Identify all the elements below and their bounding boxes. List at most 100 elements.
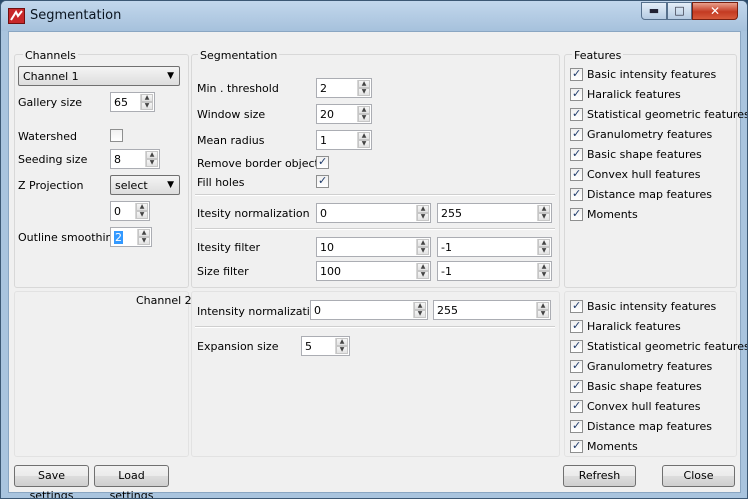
spin-up-icon[interactable]: ▲ <box>538 239 550 247</box>
separator <box>195 326 555 328</box>
spin-down-icon[interactable]: ▼ <box>417 213 429 221</box>
gallery-size-spinbox[interactable]: 65 ▲ ▼ <box>110 92 155 112</box>
check-icon: ✓ <box>572 107 582 120</box>
spin-up-icon[interactable]: ▲ <box>138 229 150 237</box>
spin-up-icon[interactable]: ▲ <box>538 263 550 271</box>
channel2-intensity-norm-max-spinbox[interactable]: 255 ▲ ▼ <box>433 300 551 320</box>
spin-down-icon[interactable]: ▼ <box>537 310 549 318</box>
channel2-feature-checkbox[interactable]: ✓ <box>570 359 583 373</box>
min-threshold-value: 2 <box>320 82 327 95</box>
spin-down-icon[interactable]: ▼ <box>538 247 550 255</box>
feature-label: Haralick features <box>587 88 681 101</box>
size-filter-max-spinbox[interactable]: -1 ▲ ▼ <box>437 261 552 281</box>
channel2-left-panel <box>14 291 189 457</box>
seeding-size-spinbox[interactable]: 8 ▲ ▼ <box>110 149 160 169</box>
spin-down-icon[interactable]: ▼ <box>336 346 348 354</box>
min-threshold-spinbox[interactable]: 2 ▲ ▼ <box>316 78 372 98</box>
spin-up-icon[interactable]: ▲ <box>417 205 429 213</box>
channel2-intensity-norm-min-spinbox[interactable]: 0 ▲ ▼ <box>310 300 428 320</box>
fill-holes-checkbox[interactable]: ✓ <box>316 174 329 188</box>
channel2-feature-checkbox[interactable]: ✓ <box>570 299 583 313</box>
feature-label: Granulometry features <box>587 128 713 141</box>
watershed-checkbox[interactable] <box>110 129 123 142</box>
title-bar[interactable]: Segmentation ▬ □ ✕ <box>1 1 747 31</box>
seeding-size-label: Seeding size <box>18 153 88 166</box>
spin-up-icon[interactable]: ▲ <box>358 132 370 140</box>
spin-down-icon[interactable]: ▼ <box>358 114 370 122</box>
spin-up-icon[interactable]: ▲ <box>141 94 153 102</box>
feature-checkbox[interactable]: ✓ <box>570 207 583 221</box>
feature-checkbox[interactable]: ✓ <box>570 67 583 81</box>
z-projection-select[interactable]: select ▼ <box>110 175 180 195</box>
window-size-spinbox[interactable]: 20 ▲ ▼ <box>316 104 372 124</box>
spin-up-icon[interactable]: ▲ <box>538 205 550 213</box>
feature-label: Moments <box>587 208 638 221</box>
feature-checkbox[interactable]: ✓ <box>570 107 583 121</box>
spin-up-icon[interactable]: ▲ <box>136 203 148 211</box>
save-settings-button[interactable]: Save settings <box>14 465 89 498</box>
close-icon: ✕ <box>709 4 721 18</box>
channel2-feature-checkbox[interactable]: ✓ <box>570 339 583 353</box>
spin-down-icon[interactable]: ▼ <box>417 247 429 255</box>
feature-checkbox[interactable]: ✓ <box>570 87 583 101</box>
intensity-filter-max-spinbox[interactable]: -1 ▲ ▼ <box>437 237 552 257</box>
mean-radius-spinbox[interactable]: 1 ▲ ▼ <box>316 130 372 150</box>
spin-arrows: ▲ ▼ <box>357 80 370 96</box>
channel2-feature-checkbox[interactable]: ✓ <box>570 439 583 453</box>
intensity-norm-max-spinbox[interactable]: 255 ▲ ▼ <box>437 203 552 223</box>
seeding-size-value: 8 <box>114 153 121 166</box>
spin-down-icon[interactable]: ▼ <box>358 88 370 96</box>
maximize-button[interactable]: □ <box>667 2 692 20</box>
outline-smoothing-spinbox[interactable]: 2 ▲ ▼ <box>110 227 152 247</box>
check-icon: ✓ <box>572 439 582 452</box>
close-button[interactable]: Close <box>662 465 735 487</box>
spin-down-icon[interactable]: ▼ <box>538 213 550 221</box>
spin-up-icon[interactable]: ▲ <box>417 239 429 247</box>
size-filter-min-spinbox[interactable]: 100 ▲ ▼ <box>316 261 431 281</box>
channel2-feature-label: Statistical geometric features <box>587 340 748 353</box>
spin-up-icon[interactable]: ▲ <box>537 302 549 310</box>
minimize-button[interactable]: ▬ <box>641 2 667 20</box>
expansion-size-spinbox[interactable]: 5 ▲ ▼ <box>301 336 350 356</box>
spin-down-icon[interactable]: ▼ <box>141 102 153 110</box>
spin-up-icon[interactable]: ▲ <box>358 80 370 88</box>
channel2-intensity-norm-min-value: 0 <box>314 304 321 317</box>
z-projection-spinbox[interactable]: 0 ▲ ▼ <box>110 201 150 221</box>
check-icon: ✓ <box>318 174 328 187</box>
spin-down-icon[interactable]: ▼ <box>358 140 370 148</box>
channel2-feature-label: Haralick features <box>587 320 681 333</box>
spin-down-icon[interactable]: ▼ <box>138 237 150 245</box>
intensity-filter-min-spinbox[interactable]: 10 ▲ ▼ <box>316 237 431 257</box>
feature-checkbox[interactable]: ✓ <box>570 187 583 201</box>
channel2-feature-label: Convex hull features <box>587 400 701 413</box>
feature-checkbox[interactable]: ✓ <box>570 167 583 181</box>
spin-up-icon[interactable]: ▲ <box>358 106 370 114</box>
spin-arrows: ▲ ▼ <box>145 151 158 167</box>
spin-down-icon[interactable]: ▼ <box>146 159 158 167</box>
check-icon: ✓ <box>572 319 582 332</box>
spin-down-icon[interactable]: ▼ <box>136 211 148 219</box>
close-window-button[interactable]: ✕ <box>692 2 738 20</box>
channel2-feature-checkbox[interactable]: ✓ <box>570 419 583 433</box>
feature-checkbox[interactable]: ✓ <box>570 147 583 161</box>
channel2-feature-checkbox[interactable]: ✓ <box>570 319 583 333</box>
spin-up-icon[interactable]: ▲ <box>146 151 158 159</box>
spin-down-icon[interactable]: ▼ <box>538 271 550 279</box>
channel2-feature-checkbox[interactable]: ✓ <box>570 379 583 393</box>
channel-select[interactable]: Channel 1 ▼ <box>18 66 180 86</box>
channel2-intensity-norm-max-value: 255 <box>437 304 458 317</box>
intensity-norm-min-spinbox[interactable]: 0 ▲ ▼ <box>316 203 431 223</box>
feature-checkbox[interactable]: ✓ <box>570 127 583 141</box>
spin-down-icon[interactable]: ▼ <box>417 271 429 279</box>
spin-down-icon[interactable]: ▼ <box>414 310 426 318</box>
check-icon: ✓ <box>572 127 582 140</box>
refresh-button[interactable]: Refresh <box>563 465 636 487</box>
window-title: Segmentation <box>30 8 122 23</box>
spin-up-icon[interactable]: ▲ <box>336 338 348 346</box>
channel2-feature-checkbox[interactable]: ✓ <box>570 399 583 413</box>
remove-border-checkbox[interactable]: ✓ <box>316 155 329 169</box>
spin-up-icon[interactable]: ▲ <box>417 263 429 271</box>
spin-up-icon[interactable]: ▲ <box>414 302 426 310</box>
spin-arrows: ▲ ▼ <box>536 302 549 318</box>
load-settings-button[interactable]: Load settings <box>94 465 169 498</box>
